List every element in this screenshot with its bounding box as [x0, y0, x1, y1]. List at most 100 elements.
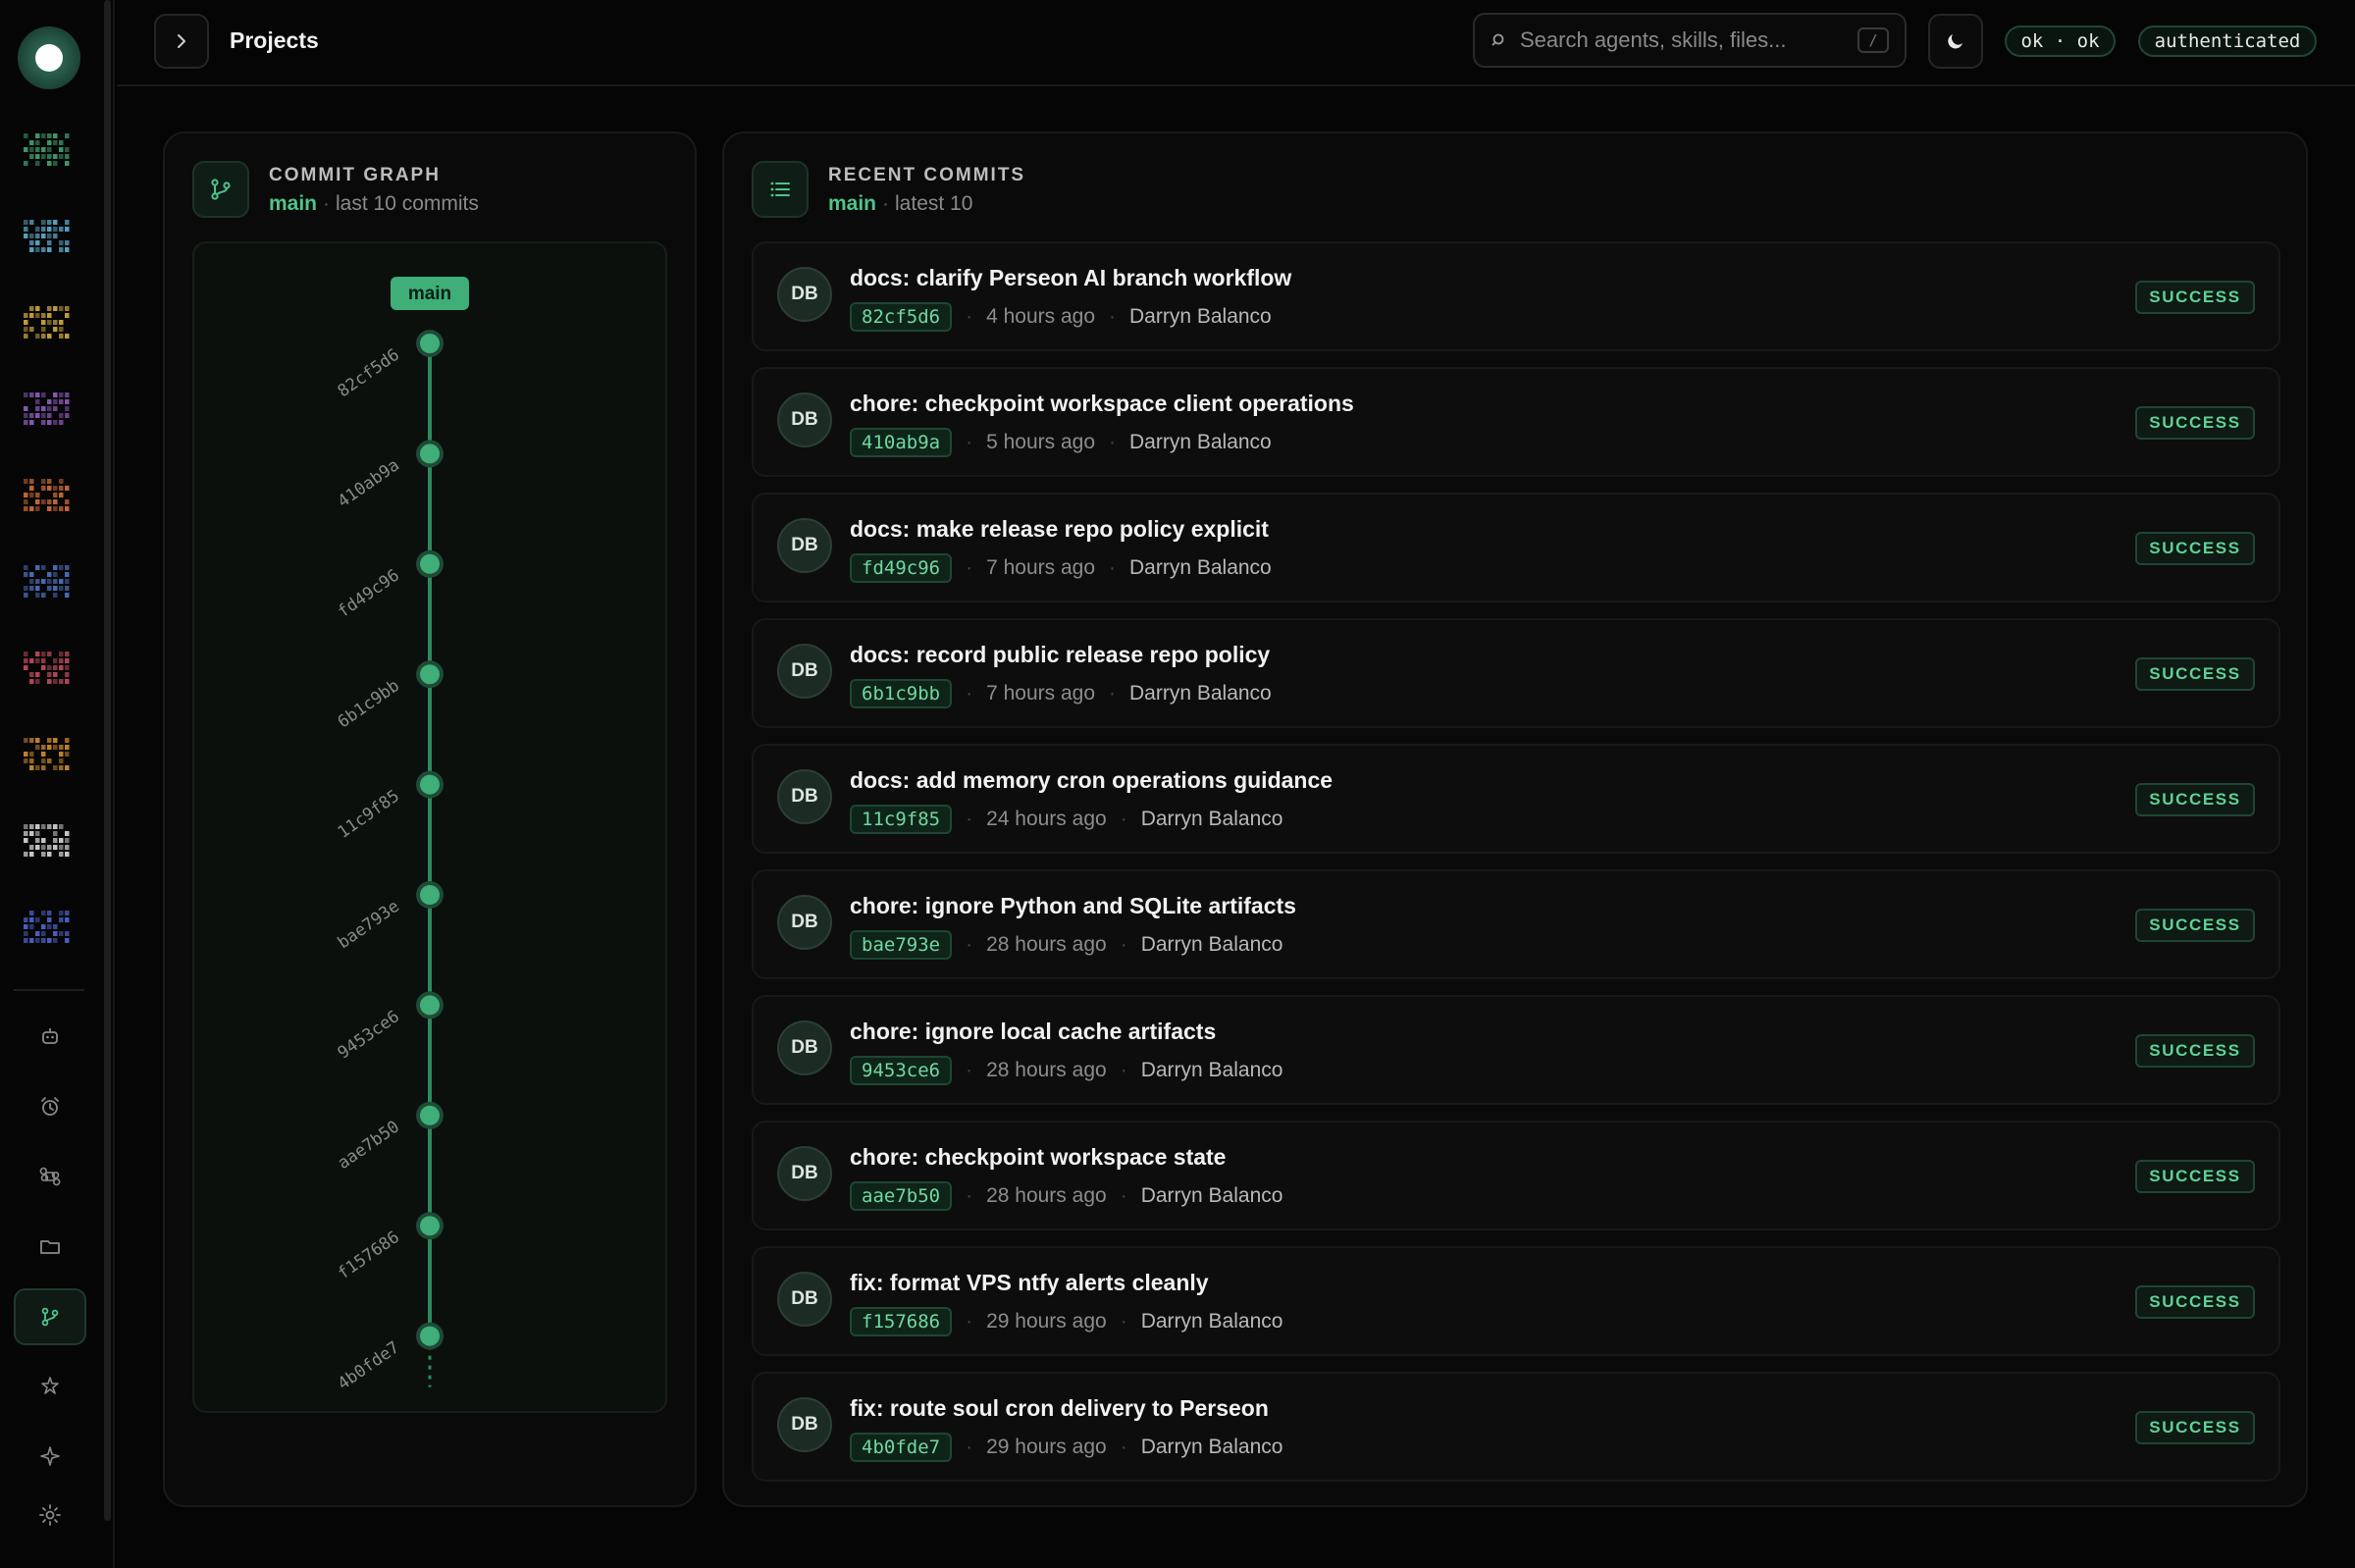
- agent-avatar-4[interactable]: [22, 389, 73, 432]
- commit-message[interactable]: chore: checkpoint workspace state: [850, 1144, 1226, 1171]
- meta-separator: ·: [966, 808, 973, 830]
- commit-time: 4 hours ago: [986, 305, 1095, 328]
- agent-sprite-icon: [24, 306, 70, 339]
- commit-time: 29 hours ago: [986, 1436, 1107, 1458]
- commit-message[interactable]: docs: clarify Perseon AI branch workflow: [850, 265, 1291, 291]
- author-avatar: DB: [777, 769, 832, 824]
- commit-message[interactable]: fix: route soul cron delivery to Perseon: [850, 1395, 1269, 1422]
- commit-hash[interactable]: fd49c96: [850, 553, 953, 583]
- search-icon: [1492, 33, 1504, 46]
- sidebar-nav-skill[interactable]: [14, 1358, 86, 1415]
- alarm-icon: [41, 1097, 59, 1116]
- commit-message[interactable]: docs: make release repo policy explicit: [850, 516, 1269, 543]
- commit-hash[interactable]: f157686: [850, 1307, 953, 1336]
- commit-hash[interactable]: 9453ce6: [850, 1056, 953, 1085]
- commit-message[interactable]: docs: record public release repo policy: [850, 642, 1270, 668]
- app-logo[interactable]: [18, 26, 80, 89]
- meta-separator: ·: [1120, 808, 1127, 830]
- status-badge: SUCCESS: [2135, 783, 2255, 816]
- commit-time: 7 hours ago: [986, 682, 1095, 705]
- commit-node: [420, 995, 440, 1016]
- sidebar-nav-sparkle[interactable]: [14, 1428, 86, 1485]
- auth-status-pill: authenticated: [2138, 26, 2317, 57]
- commit-message[interactable]: chore: ignore local cache artifacts: [850, 1019, 1216, 1045]
- recent-commits-title: RECENT COMMITS: [828, 165, 1026, 185]
- topbar: Projects Search agents, skills, files...…: [117, 0, 2355, 86]
- commit-graph-canvas: main 82cf5d6 410ab9a fd49c96 6b1c9bb 11c9f85 b…: [335, 277, 469, 1394]
- sidebar-nav-alarm[interactable]: [14, 1078, 86, 1135]
- commit-row[interactable]: DB docs: record public release repo poli…: [752, 618, 2280, 728]
- commit-row[interactable]: DB docs: add memory cron operations guid…: [752, 744, 2280, 854]
- meta-separator: ·: [1120, 1059, 1127, 1081]
- robot-icon: [42, 1028, 58, 1044]
- commit-row[interactable]: DB docs: make release repo policy explic…: [752, 493, 2280, 602]
- folder-icon: [40, 1240, 60, 1254]
- meta-separator: ·: [1120, 1184, 1127, 1207]
- commit-row[interactable]: DB fix: format VPS ntfy alerts cleanly f…: [752, 1246, 2280, 1356]
- sidebar-scrollbar[interactable]: [104, 0, 111, 1521]
- commit-row[interactable]: DB chore: checkpoint workspace state aae…: [752, 1121, 2280, 1230]
- commit-author: Darryn Balanco: [1129, 556, 1272, 579]
- theme-toggle-button[interactable]: [1928, 14, 1983, 69]
- agent-avatar-10[interactable]: [22, 907, 73, 950]
- commit-row[interactable]: DB chore: ignore Python and SQLite artif…: [752, 869, 2280, 979]
- agent-avatar-3[interactable]: [22, 302, 73, 345]
- commit-meta: 11c9f85 · 24 hours ago · Darryn Balanco: [850, 805, 1282, 834]
- commit-hash[interactable]: 4b0fde7: [850, 1433, 953, 1462]
- commit-hash[interactable]: bae793e: [850, 930, 953, 960]
- agent-sprite-icon: [24, 479, 70, 511]
- status-badge: SUCCESS: [2135, 281, 2255, 314]
- commit-message[interactable]: chore: checkpoint workspace client opera…: [850, 391, 1354, 417]
- commit-row[interactable]: DB chore: checkpoint workspace client op…: [752, 367, 2280, 477]
- commit-node: [420, 885, 440, 905]
- meta-separator: ·: [966, 1184, 973, 1207]
- commit-hash[interactable]: 6b1c9bb: [850, 679, 953, 708]
- meta-separator: ·: [1120, 1310, 1127, 1333]
- commit-node-label: fd49c96: [335, 566, 403, 622]
- agent-avatar-9[interactable]: [22, 820, 73, 863]
- commit-node-label: 6b1c9bb: [335, 676, 403, 732]
- commit-node-label: 410ab9a: [335, 455, 403, 511]
- commit-row[interactable]: DB fix: route soul cron delivery to Pers…: [752, 1372, 2280, 1482]
- commit-row[interactable]: DB chore: ignore local cache artifacts 9…: [752, 995, 2280, 1105]
- meta-separator: ·: [1109, 305, 1116, 328]
- sidebar-nav-settings[interactable]: [14, 1487, 86, 1543]
- chevron-right-icon: [178, 34, 185, 48]
- meta-separator: ·: [966, 305, 973, 328]
- commit-author: Darryn Balanco: [1129, 682, 1272, 705]
- author-avatar: DB: [777, 267, 832, 322]
- commit-message[interactable]: chore: ignore Python and SQLite artifact…: [850, 893, 1296, 919]
- commit-hash[interactable]: 410ab9a: [850, 428, 953, 457]
- author-avatar: DB: [777, 895, 832, 950]
- commit-meta: 6b1c9bb · 7 hours ago · Darryn Balanco: [850, 679, 1272, 708]
- commit-message[interactable]: fix: format VPS ntfy alerts cleanly: [850, 1270, 1209, 1296]
- commit-message[interactable]: docs: add memory cron operations guidanc…: [850, 767, 1333, 794]
- git-branch-icon: [192, 161, 249, 218]
- agent-avatar-7[interactable]: [22, 648, 73, 691]
- commit-author: Darryn Balanco: [1140, 933, 1283, 956]
- commit-time: 28 hours ago: [986, 1184, 1107, 1207]
- agent-avatar-6[interactable]: [22, 561, 73, 604]
- agent-sprite-icon: [24, 652, 70, 684]
- commit-time: 5 hours ago: [986, 431, 1095, 453]
- search-shortcut-key: /: [1858, 27, 1889, 53]
- agent-avatar-8[interactable]: [22, 734, 73, 777]
- author-avatar: DB: [777, 1272, 832, 1327]
- search-input[interactable]: Search agents, skills, files... /: [1473, 13, 1907, 68]
- commit-hash[interactable]: aae7b50: [850, 1181, 953, 1211]
- sidebar-nav-robot[interactable]: [14, 1008, 86, 1065]
- commit-hash[interactable]: 82cf5d6: [850, 302, 953, 332]
- commit-row[interactable]: DB docs: clarify Perseon AI branch workf…: [752, 241, 2280, 351]
- sidebar-nav-command[interactable]: [14, 1148, 86, 1205]
- sidebar-toggle-button[interactable]: [154, 14, 209, 69]
- commit-author: Darryn Balanco: [1140, 1059, 1283, 1081]
- commit-meta: f157686 · 29 hours ago · Darryn Balanco: [850, 1307, 1282, 1336]
- agent-sprite-icon: [24, 565, 70, 598]
- commit-hash[interactable]: 11c9f85: [850, 805, 953, 834]
- agent-avatar-5[interactable]: [22, 475, 73, 518]
- sidebar-nav-folder[interactable]: [14, 1218, 86, 1275]
- commit-node-label: 82cf5d6: [335, 345, 403, 401]
- agent-avatar-2[interactable]: [22, 216, 73, 259]
- agent-avatar-1[interactable]: [22, 130, 73, 173]
- sidebar-nav-git-branch[interactable]: [14, 1288, 86, 1345]
